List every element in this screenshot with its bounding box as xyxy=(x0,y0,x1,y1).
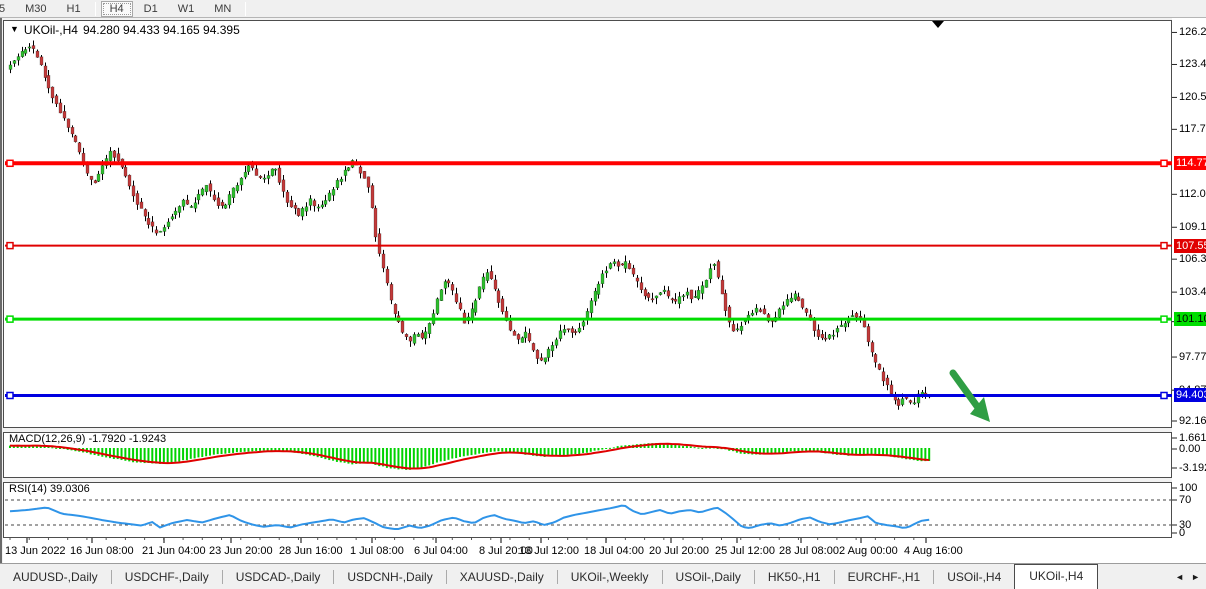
time-axis-label: 20 Jul 20:00 xyxy=(649,545,709,557)
price-axis-tick: 117.75 xyxy=(1179,123,1206,136)
time-axis-label: 21 Jun 04:00 xyxy=(142,545,206,557)
chart-tab-ukoil-h4[interactable]: UKOil-,H4 xyxy=(1014,564,1098,589)
time-axis-label: 28 Jun 16:00 xyxy=(279,545,343,557)
timeframe-button-w1[interactable]: W1 xyxy=(169,1,204,17)
rsi-indicator-label: RSI(14) 39.0306 xyxy=(9,483,90,495)
macd-axis-tick: -3.1928 xyxy=(1179,462,1206,475)
rsi-axis-tick: 70 xyxy=(1179,494,1191,507)
price-axis-tick: 109.16 xyxy=(1179,221,1206,234)
chart-tab-usoil-h4[interactable]: USOil-,H4 xyxy=(934,566,1014,589)
price-axis-tick: 106.36 xyxy=(1179,253,1206,266)
chart-client: ▼ UKOil-,H4 94.280 94.433 94.165 94.395 … xyxy=(0,18,1206,563)
chart-symbol-label: UKOil-,H4 xyxy=(24,23,78,37)
mt4-window: 5M30H1 H4D1W1MN ▼ UKOil-,H4 94.280 94.433… xyxy=(0,0,1206,589)
down-trend-arrow-icon[interactable] xyxy=(953,373,990,422)
chart-tab-usdcnh-daily[interactable]: USDCNH-,Daily xyxy=(334,566,445,589)
chart-tab-audusd-daily[interactable]: AUDUSD-,Daily xyxy=(0,566,111,589)
price-axis-tick: 97.775 xyxy=(1179,351,1206,364)
price-axis-tick: 103.47 xyxy=(1179,286,1206,299)
time-axis-label: 25 Jul 12:00 xyxy=(715,545,775,557)
price-level-badge-94.403: 94.403 xyxy=(1174,388,1206,402)
timeframe-button-d1[interactable]: D1 xyxy=(135,1,167,17)
hline-107.55 xyxy=(5,243,1172,249)
chart-tab-hk50-h1[interactable]: HK50-,H1 xyxy=(755,566,834,589)
price-axis-tick: 126.25 xyxy=(1179,26,1206,39)
hline-94.403 xyxy=(5,392,1172,398)
price-level-badge-114.77: 114.77 xyxy=(1174,156,1206,170)
price-level-badge-107.55: 107.55 xyxy=(1174,239,1206,253)
candles-layer xyxy=(9,41,931,410)
tab-scroll-arrows: ◄► xyxy=(1175,572,1200,589)
time-axis-label: 2 Aug 00:00 xyxy=(839,545,898,557)
rsi-axis-tick: 0 xyxy=(1179,527,1185,540)
price-axis-tick: 123.44 xyxy=(1179,58,1206,71)
symbol-dropdown-icon[interactable]: ▼ xyxy=(10,24,19,34)
chart-ohlc-values: 94.280 94.433 94.165 94.395 xyxy=(83,23,240,37)
time-axis-label: 4 Aug 16:00 xyxy=(904,545,963,557)
chart-shift-marker-icon xyxy=(932,21,944,28)
price-axis-tick: 112.05 xyxy=(1179,188,1206,201)
timeframe-button-mn[interactable]: MN xyxy=(205,1,240,17)
tab-scroll-left-icon[interactable]: ◄ xyxy=(1175,572,1184,582)
timeframe-button-h1[interactable]: H1 xyxy=(58,1,90,17)
time-axis-label: 28 Jul 08:00 xyxy=(779,545,839,557)
price-level-badge-101.10: 101.10 xyxy=(1174,312,1206,326)
timeframe-button-h4[interactable]: H4 xyxy=(101,1,133,17)
toolbar-separator xyxy=(95,2,96,16)
price-axis-tick: 92.165 xyxy=(1179,415,1206,428)
chart-tab-eurchf-h1[interactable]: EURCHF-,H1 xyxy=(835,566,934,589)
chart-title: ▼ UKOil-,H4 94.280 94.433 94.165 94.395 xyxy=(10,23,240,37)
time-axis-label: 23 Jun 20:00 xyxy=(209,545,273,557)
chart-tab-xauusd-daily[interactable]: XAUUSD-,Daily xyxy=(447,566,557,589)
hline-114.77 xyxy=(5,160,1172,166)
time-axis-label: 16 Jun 08:00 xyxy=(70,545,134,557)
chart-tab-bar: AUDUSD-,DailyUSDCHF-,DailyUSDCAD-,DailyU… xyxy=(0,563,1206,589)
macd-histogram xyxy=(9,443,930,470)
rsi-layer xyxy=(5,500,1172,529)
chart-tab-usdchf-daily[interactable]: USDCHF-,Daily xyxy=(112,566,222,589)
time-axis-label: 13 Jun 2022 xyxy=(5,545,66,557)
timeframe-toolbar: 5M30H1 H4D1W1MN xyxy=(0,0,1206,18)
time-axis-label: 13 Jul 12:00 xyxy=(519,545,579,557)
chart-tab-ukoil-weekly[interactable]: UKOil-,Weekly xyxy=(558,566,662,589)
chart-tab-usoil-daily[interactable]: USOil-,Daily xyxy=(663,566,754,589)
time-axis-label: 18 Jul 04:00 xyxy=(584,545,644,557)
timeframe-button-m30[interactable]: M30 xyxy=(16,1,55,17)
macd-indicator-label: MACD(12,26,9) -1.7920 -1.9243 xyxy=(9,433,166,445)
time-axis-label: 6 Jul 04:00 xyxy=(414,545,468,557)
tab-scroll-right-icon[interactable]: ► xyxy=(1191,572,1200,582)
chart-tab-usdcad-daily[interactable]: USDCAD-,Daily xyxy=(223,566,334,589)
price-axis-tick: 120.55 xyxy=(1179,91,1206,104)
time-axis-label: 1 Jul 08:00 xyxy=(350,545,404,557)
macd-axis-tick: 0.00 xyxy=(1179,443,1200,456)
chart-canvas[interactable] xyxy=(2,18,1206,563)
toolbar-separator xyxy=(245,2,246,16)
timeframe-button-5[interactable]: 5 xyxy=(0,1,14,17)
